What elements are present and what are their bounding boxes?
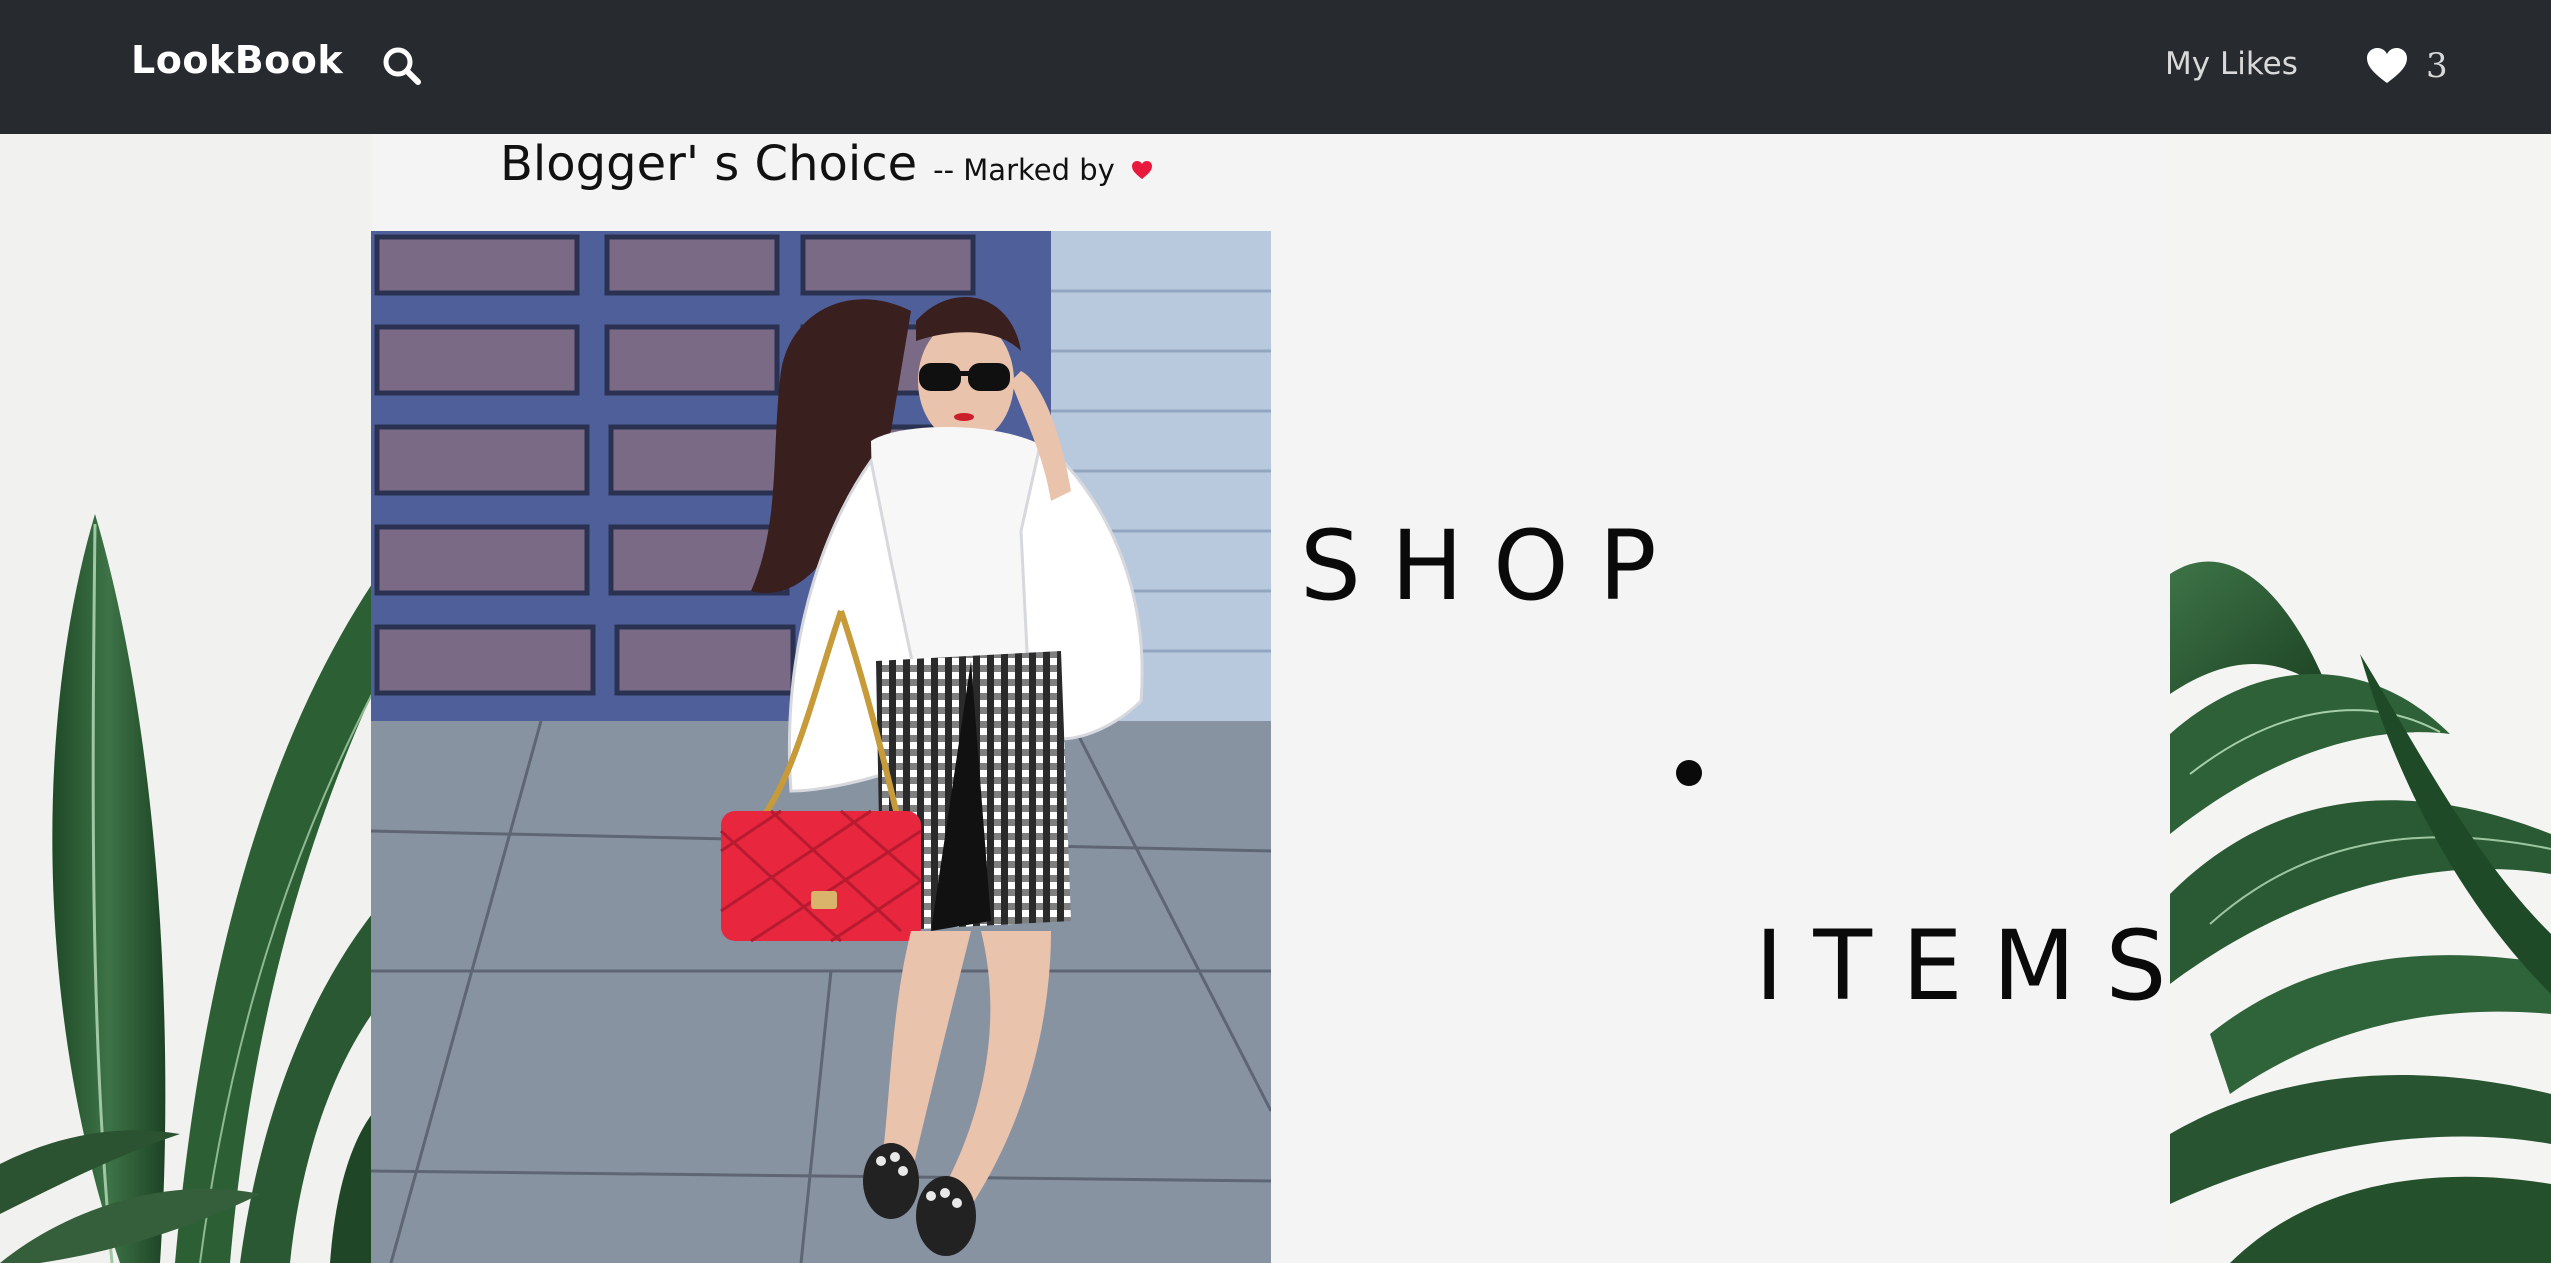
- shop-headline: SHOP: [1300, 510, 1687, 622]
- search-icon: [383, 47, 421, 85]
- heading-subtitle: -- Marked by: [933, 153, 1115, 187]
- featured-look-image: [371, 231, 1271, 1263]
- page-title: Blogger' s Choice: [500, 136, 918, 192]
- likes-count: 3: [2426, 46, 2448, 86]
- palm-leaves-left: [0, 134, 372, 1263]
- separator-dot: [1676, 760, 1702, 786]
- likes-counter[interactable]: 3: [2366, 42, 2448, 90]
- heart-icon: [1131, 161, 1152, 179]
- items-headline: ITEMS: [1755, 910, 2197, 1022]
- search-button[interactable]: [380, 44, 424, 88]
- section-heading: Blogger' s Choice -- Marked by: [500, 136, 1153, 196]
- my-likes-link[interactable]: My Likes: [2165, 46, 2298, 82]
- palm-leaves-right-art: [2170, 561, 2551, 1263]
- heart-icon: [2367, 48, 2407, 83]
- top-navbar: LookBook My Likes 3: [0, 0, 2551, 134]
- brand-logo[interactable]: LookBook: [131, 38, 343, 82]
- featured-look-photo[interactable]: [371, 231, 1271, 1263]
- palm-leaves-left-art: [0, 514, 372, 1263]
- palm-leaves-right: [2170, 134, 2551, 1263]
